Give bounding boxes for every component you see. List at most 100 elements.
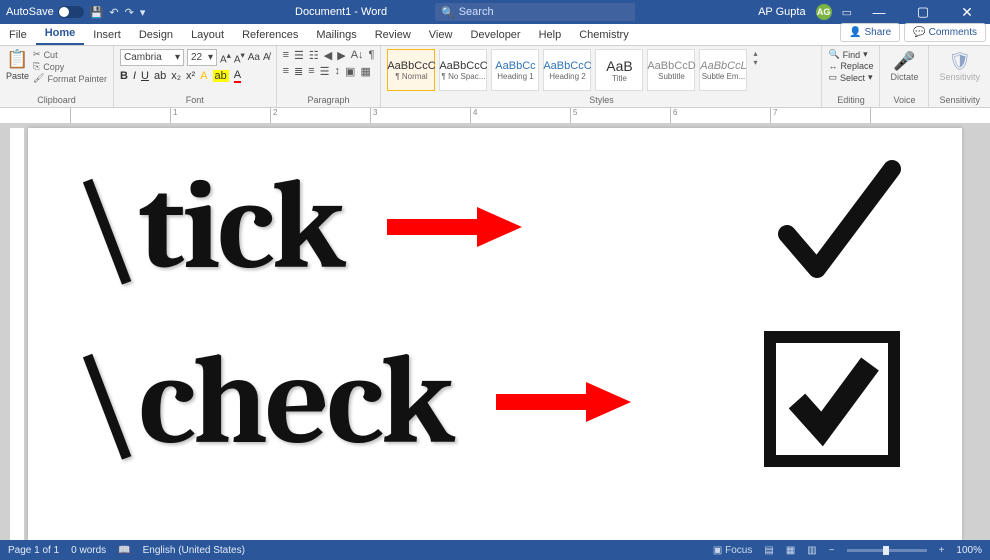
toggle-off-icon — [58, 6, 84, 18]
style-subtle-em[interactable]: AaBbCcLSubtle Em... — [699, 49, 747, 91]
tab-view[interactable]: View — [420, 25, 462, 45]
cut-icon: ✂ — [33, 49, 41, 60]
arrow-icon — [491, 377, 631, 427]
chevron-down-icon: ▾ — [175, 52, 180, 63]
autosave-toggle[interactable]: AutoSave — [6, 6, 84, 18]
save-icon[interactable]: 💾 — [90, 6, 104, 19]
document-title: Document1 - Word — [295, 6, 387, 18]
sensitivity-button[interactable]: 🛡Sensitivity — [935, 49, 984, 84]
style-nospacing[interactable]: AaBbCcC¶ No Spac... — [439, 49, 487, 91]
style-title[interactable]: AaBTitle — [595, 49, 643, 91]
show-marks-button[interactable]: ¶ — [369, 49, 375, 62]
styles-more-button[interactable]: ▴▾ — [751, 49, 759, 67]
font-name-selector[interactable]: Cambria▾ — [120, 49, 184, 66]
shrink-font-button[interactable]: A▾ — [234, 50, 245, 65]
underline-button[interactable]: U — [141, 70, 149, 82]
spellcheck-icon[interactable]: 📖 — [118, 545, 130, 556]
demo-row-tick: \tick — [78, 154, 922, 299]
page-indicator[interactable]: Page 1 of 1 — [8, 545, 59, 556]
cut-button[interactable]: ✂Cut — [33, 49, 107, 60]
tab-layout[interactable]: Layout — [182, 25, 233, 45]
group-styles: AaBbCcC¶ Normal AaBbCcC¶ No Spac... AaBb… — [381, 46, 822, 107]
tab-file[interactable]: File — [0, 25, 36, 45]
share-button[interactable]: 👤Share — [840, 23, 900, 42]
multilevel-button[interactable]: ☷ — [309, 49, 319, 62]
user-name[interactable]: AP Gupta — [758, 6, 806, 18]
print-layout-button[interactable]: ▦ — [786, 545, 795, 556]
style-heading2[interactable]: AaBbCcCHeading 2 — [543, 49, 591, 91]
grow-font-button[interactable]: A▴ — [220, 50, 231, 65]
style-normal[interactable]: AaBbCcC¶ Normal — [387, 49, 435, 91]
copy-button[interactable]: ⎘Copy — [33, 61, 107, 72]
avatar[interactable]: AG — [816, 4, 832, 20]
tab-references[interactable]: References — [233, 25, 307, 45]
select-button[interactable]: ▭Select▾ — [828, 72, 873, 83]
tab-mailings[interactable]: Mailings — [307, 25, 365, 45]
language-indicator[interactable]: English (United States) — [143, 545, 245, 556]
superscript-button[interactable]: x² — [186, 70, 195, 82]
focus-mode-button[interactable]: ▣ Focus — [713, 545, 752, 556]
change-case-button[interactable]: Aa — [248, 52, 260, 63]
font-size-selector[interactable]: 22▾ — [187, 49, 217, 66]
align-center-button[interactable]: ≣ — [294, 65, 303, 78]
line-spacing-button[interactable]: ↕ — [335, 65, 341, 78]
increase-indent-button[interactable]: ▶ — [337, 49, 345, 62]
zoom-in-button[interactable]: + — [939, 545, 945, 556]
find-button[interactable]: 🔍Find▾ — [828, 49, 873, 60]
undo-icon[interactable]: ↶ — [109, 6, 118, 19]
group-clipboard: 📋 Paste ✂Cut ⎘Copy 🖌Format Painter Clipb… — [0, 46, 114, 107]
highlight-button[interactable]: ab — [213, 70, 229, 82]
italic-button[interactable]: I — [133, 70, 136, 82]
align-left-button[interactable]: ≡ — [283, 65, 289, 78]
text-effects-button[interactable]: A — [200, 70, 207, 82]
clear-format-button[interactable]: A̸ — [263, 52, 270, 63]
numbering-button[interactable]: ☰ — [294, 49, 304, 62]
tab-help[interactable]: Help — [530, 25, 571, 45]
horizontal-ruler[interactable]: 1 2 3 4 5 6 7 — [0, 108, 990, 124]
font-color-button[interactable]: A — [234, 69, 241, 83]
replace-button[interactable]: ↔Replace — [828, 61, 873, 71]
tab-insert[interactable]: Insert — [84, 25, 130, 45]
result-tick-icon — [772, 154, 902, 299]
dictate-button[interactable]: 🎤Dictate — [886, 49, 922, 84]
tab-review[interactable]: Review — [366, 25, 420, 45]
maximize-button[interactable]: ▢ — [906, 4, 940, 20]
decrease-indent-button[interactable]: ◀ — [324, 49, 332, 62]
mic-icon: 🎤 — [893, 51, 915, 72]
qat-customize-icon[interactable]: ▾ — [140, 6, 146, 19]
ribbon-display-icon[interactable]: ▭ — [842, 6, 852, 19]
sort-button[interactable]: A↓ — [351, 49, 364, 62]
comments-button[interactable]: 💬Comments — [904, 23, 986, 42]
tab-developer[interactable]: Developer — [461, 25, 529, 45]
borders-button[interactable]: ▦ — [360, 65, 370, 78]
zoom-level[interactable]: 100% — [956, 545, 982, 556]
style-subtitle[interactable]: AaBbCcDSubtitle — [647, 49, 695, 91]
zoom-slider[interactable] — [847, 549, 927, 552]
align-right-button[interactable]: ≡ — [308, 65, 314, 78]
close-button[interactable]: ✕ — [950, 4, 984, 21]
tab-home[interactable]: Home — [36, 23, 85, 45]
search-box[interactable]: 🔍 Search — [435, 3, 635, 21]
tab-design[interactable]: Design — [130, 25, 182, 45]
group-editing: 🔍Find▾ ↔Replace ▭Select▾ Editing — [822, 46, 880, 107]
bullets-button[interactable]: ≡ — [283, 49, 289, 62]
minimize-button[interactable]: — — [862, 5, 896, 20]
zoom-out-button[interactable]: − — [829, 545, 835, 556]
bold-button[interactable]: B — [120, 70, 128, 82]
strike-button[interactable]: ab — [154, 70, 166, 82]
word-count[interactable]: 0 words — [71, 545, 106, 556]
brush-icon: 🖌 — [33, 73, 44, 84]
document-page[interactable]: \tick \check — [28, 128, 962, 540]
subscript-button[interactable]: x₂ — [171, 70, 181, 82]
style-heading1[interactable]: AaBbCcHeading 1 — [491, 49, 539, 91]
tab-chemistry[interactable]: Chemistry — [570, 25, 638, 45]
paste-button[interactable]: 📋 Paste — [6, 49, 29, 81]
replace-icon: ↔ — [828, 61, 837, 71]
shading-button[interactable]: ▣ — [345, 65, 355, 78]
vertical-ruler[interactable] — [10, 128, 25, 540]
read-mode-button[interactable]: ▤ — [764, 545, 773, 556]
web-layout-button[interactable]: ▥ — [807, 545, 816, 556]
format-painter-button[interactable]: 🖌Format Painter — [33, 73, 107, 84]
redo-icon[interactable]: ↷ — [125, 6, 134, 19]
justify-button[interactable]: ☰ — [320, 65, 330, 78]
